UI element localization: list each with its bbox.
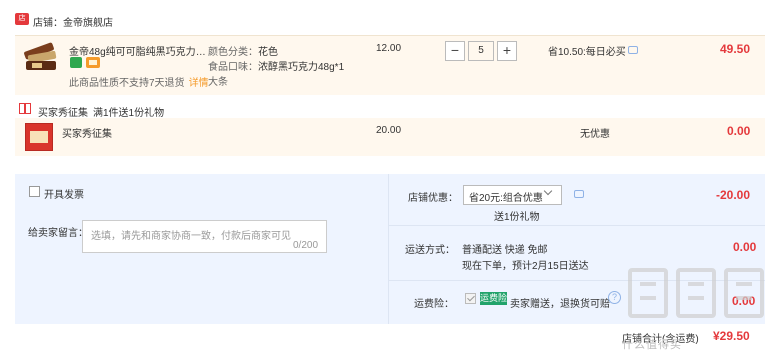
return-policy-note: 此商品性质不支持7天退货 详情	[69, 74, 209, 89]
message-label: 给卖家留言：	[28, 228, 88, 239]
unit-price: 12.00	[376, 43, 402, 54]
row-divider	[389, 225, 765, 226]
attr-flavor-value: 浓醇黑巧克力48g*1	[258, 62, 345, 73]
attr-flavor: 食品口味：浓醇黑巧克力48g*1	[208, 58, 344, 73]
invoice-label[interactable]: 开具发票	[44, 186, 84, 201]
shipping-eta: 现在下单，预计2月15日送达	[462, 261, 589, 272]
card-payment-badge-icon	[86, 57, 100, 68]
invoice-checkbox[interactable]	[29, 186, 40, 197]
summary-amount: ¥29.50	[713, 329, 750, 343]
quantity-input[interactable]: 5	[468, 41, 494, 61]
watermark-text: 什么值得买	[622, 339, 682, 351]
gift-price: 20.00	[376, 125, 402, 136]
gift-icon	[19, 103, 31, 114]
savings-text: 省10.50:每日必买	[548, 47, 626, 58]
product-title[interactable]: 金帝48g纯可可脂纯黑巧克力牛...	[69, 43, 209, 58]
coupon-label: 店铺优惠：	[408, 193, 458, 204]
gift-discount: 无优惠	[580, 129, 610, 140]
shop-icon: 店	[15, 13, 29, 25]
return-policy-text: 此商品性质不支持7天退货	[69, 78, 185, 89]
coupon-amount: -20.00	[716, 188, 751, 202]
chat-icon[interactable]	[628, 46, 638, 54]
product-total: 49.50	[720, 42, 751, 56]
panel-divider	[388, 174, 389, 324]
product-image[interactable]	[22, 41, 60, 75]
insurance-tag: 运费险	[480, 292, 508, 305]
help-icon[interactable]: ?	[608, 291, 621, 304]
guarantee-badge-icon	[70, 57, 82, 68]
gift-item-name[interactable]: 买家秀征集	[62, 125, 112, 140]
coupon-gift-note: 送1份礼物	[494, 212, 540, 223]
attr-color: 颜色分类：花色	[208, 43, 278, 58]
shipping-method: 普通配送 快递 免邮	[462, 245, 548, 256]
attr-flavor-label: 食品口味：	[208, 62, 258, 73]
attr-flavor-extra: 大条	[208, 77, 228, 88]
message-placeholder: 选填，请先和商家协商一致，付款后商家可见	[91, 231, 291, 242]
chat-icon[interactable]	[574, 190, 584, 198]
shipping-label: 运送方式：	[405, 245, 455, 256]
shop-name[interactable]: 店铺：金帝旗舰店	[33, 14, 113, 29]
gift-title: 买家秀征集	[38, 108, 88, 119]
message-counter: 0/200	[293, 240, 319, 251]
gift-row	[15, 118, 765, 156]
watermark-logo	[676, 268, 716, 318]
quantity-stepper: − 5 +	[445, 41, 517, 61]
detail-link[interactable]: 详情	[189, 78, 209, 89]
coupon-selected-value: 省20元:组合优惠	[469, 193, 543, 204]
insurance-text: 卖家赠送，退换货可赔	[510, 299, 610, 310]
decrease-button[interactable]: −	[445, 41, 465, 61]
gift-image[interactable]	[25, 123, 53, 151]
watermark-logo	[628, 268, 668, 318]
watermark-logo	[724, 268, 764, 318]
attr-color-label: 颜色分类：	[208, 47, 258, 58]
insurance-checkbox[interactable]	[465, 293, 476, 304]
attr-color-value: 花色	[258, 47, 278, 58]
shipping-amount: 0.00	[733, 240, 757, 254]
gift-rule: 满1件送1份礼物	[93, 108, 165, 119]
gift-total: 0.00	[727, 124, 751, 138]
insurance-label: 运费险：	[414, 299, 454, 310]
increase-button[interactable]: +	[497, 41, 517, 61]
